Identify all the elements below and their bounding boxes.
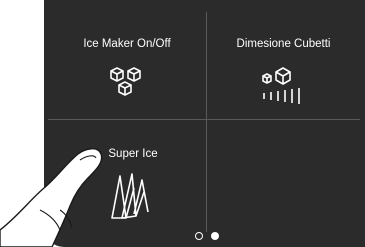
- tile-cube-size[interactable]: Dimesione Cubetti: [207, 12, 360, 119]
- ice-cubes-icon: [110, 67, 141, 96]
- pointing-hand-icon: [0, 148, 103, 247]
- tile-empty: [207, 120, 360, 230]
- tile-label-cube-size: Dimesione Cubetti: [236, 38, 331, 50]
- page-dot-1[interactable]: [195, 232, 203, 240]
- tile-ice-maker-toggle[interactable]: Ice Maker On/Off: [48, 12, 206, 119]
- page-indicator: [195, 230, 219, 242]
- cube-size-icon: [262, 67, 300, 104]
- tile-label-ice-maker: Ice Maker On/Off: [83, 38, 171, 50]
- page-dot-2-active[interactable]: [211, 232, 219, 240]
